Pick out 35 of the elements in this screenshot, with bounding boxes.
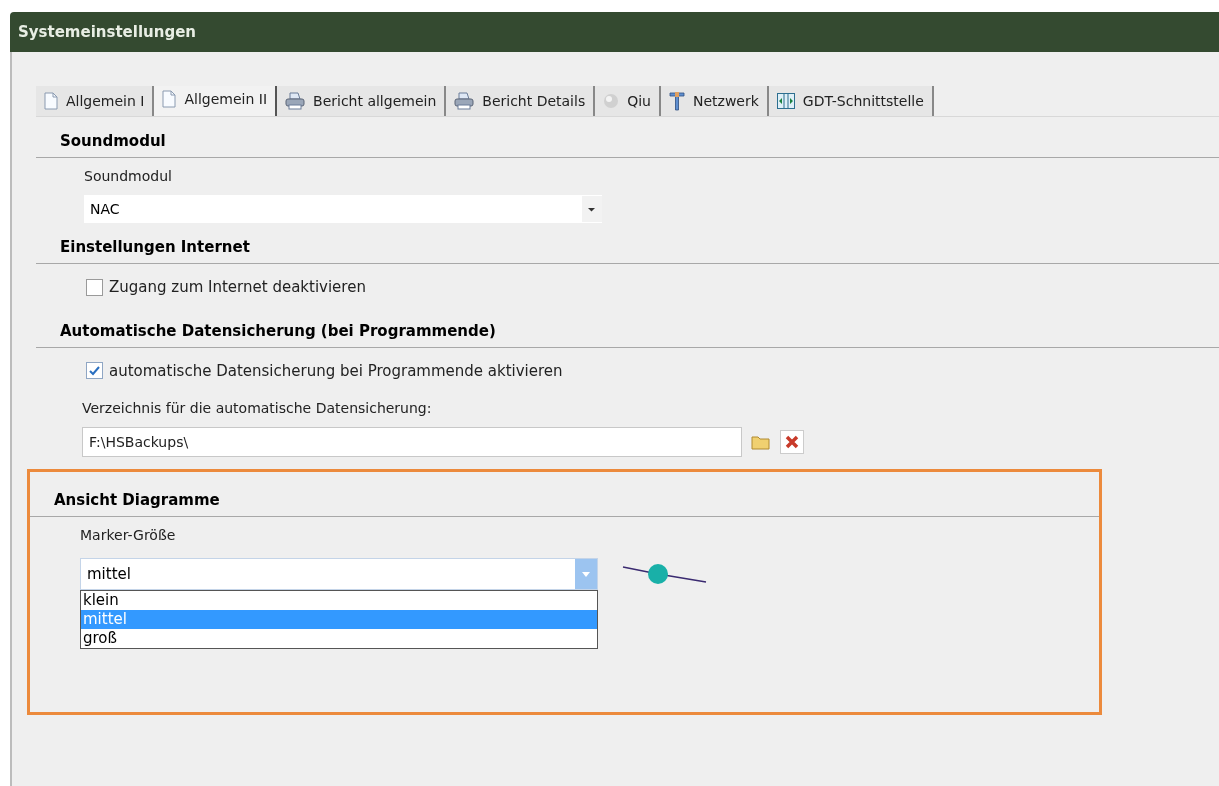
caret-icon (582, 196, 602, 222)
printer-icon (454, 92, 475, 110)
checkbox-label: Zugang zum Internet deaktivieren (109, 277, 366, 298)
section-heading: Soundmodul (60, 132, 166, 150)
tab[interactable]: Qiu (595, 86, 661, 116)
field-label: Marker-Größe (80, 526, 177, 545)
checkbox[interactable] (86, 362, 103, 380)
sound-module-dropdown[interactable]: NAC (84, 195, 602, 223)
marker-size-combobox[interactable]: mittel (80, 558, 598, 590)
caret-icon (582, 571, 590, 577)
tab[interactable]: Allgemein I (36, 86, 155, 116)
document-icon (162, 90, 177, 108)
window-title: Systemeinstellungen (18, 21, 196, 43)
checkbox[interactable] (86, 278, 103, 296)
field-label: Soundmodul (84, 167, 173, 186)
section-heading: Automatische Datensicherung (bei Programmende) (60, 321, 496, 340)
tab[interactable]: Bericht Details (446, 86, 596, 116)
dropdown-option[interactable]: klein (81, 591, 597, 610)
close-icon (784, 434, 800, 450)
section-heading: Einstellungen Internet (60, 238, 250, 256)
field-label: Verzeichnis für die automatische Datensicherung: (82, 399, 433, 418)
folder-icon (751, 434, 771, 450)
dropdown-option[interactable]: groß (81, 629, 597, 648)
delete-button[interactable] (780, 430, 804, 454)
split-columns-icon (776, 93, 795, 109)
checkbox-label: automatische Datensicherung bei Programmende aktivieren (109, 360, 563, 382)
directory-field[interactable]: F:\HSBackups\ (82, 427, 742, 457)
tab[interactable]: GDT-Schnittstelle (768, 86, 934, 116)
section-heading: Ansicht Diagramme (54, 491, 220, 509)
tab[interactable]: Bericht allgemein (277, 86, 447, 116)
antenna-icon (669, 91, 685, 111)
document-icon (44, 92, 58, 110)
printer-icon (285, 92, 306, 110)
tab[interactable]: Netzwerk (661, 86, 769, 116)
sphere-icon (603, 93, 620, 109)
